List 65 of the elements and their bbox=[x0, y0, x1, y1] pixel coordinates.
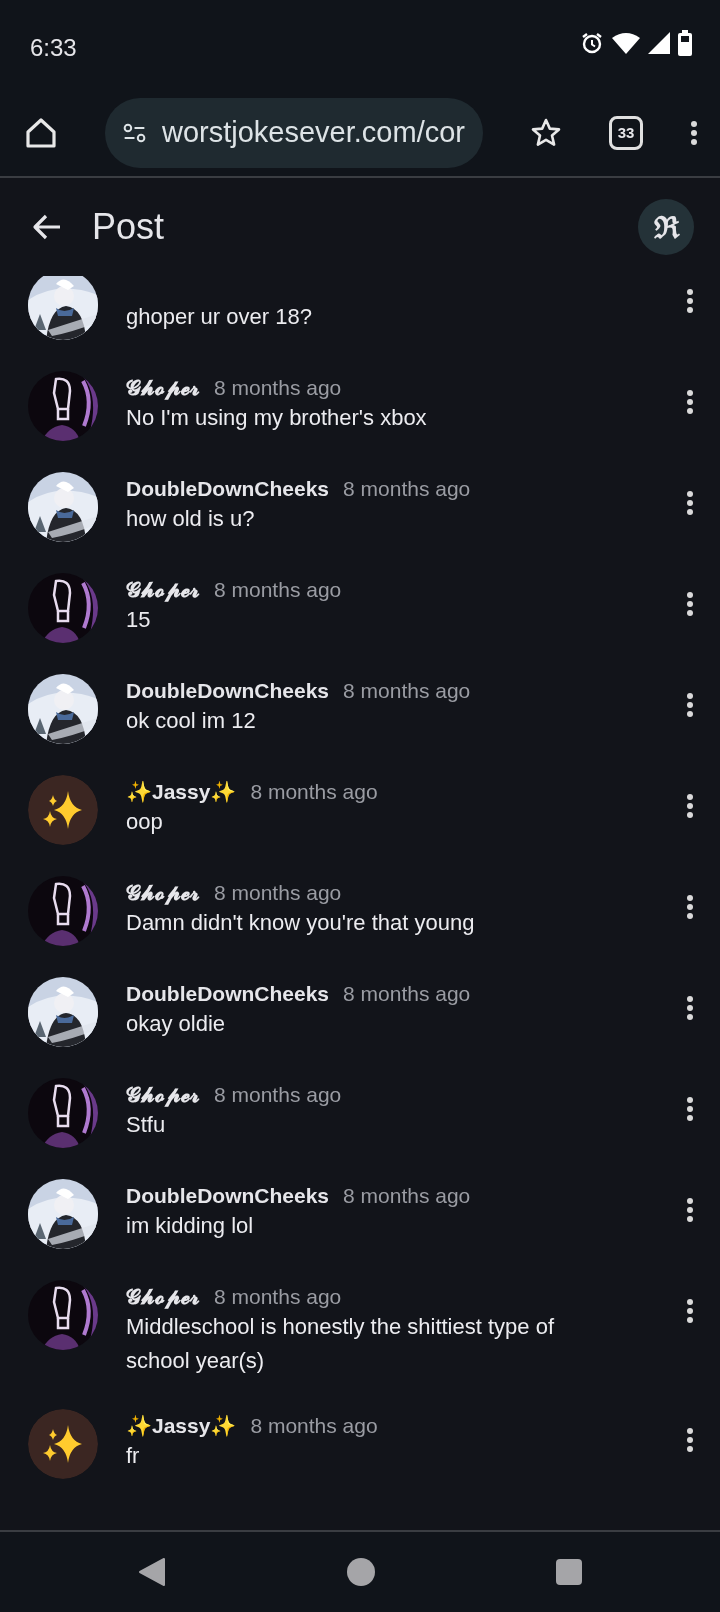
more-options-icon[interactable] bbox=[686, 490, 694, 516]
url-text: worstjokesever.com/cor bbox=[162, 115, 465, 151]
username[interactable]: 𝓖𝓱𝓸𝓹𝓮𝓻 bbox=[126, 881, 200, 904]
menu-icon[interactable] bbox=[690, 120, 698, 146]
comment-text: Stfu bbox=[126, 1111, 167, 1139]
sparkle-avatar-icon bbox=[28, 1409, 98, 1479]
timestamp: 8 months ago bbox=[214, 376, 342, 399]
timestamp: 8 months ago bbox=[214, 881, 342, 904]
comment-text: oop bbox=[126, 808, 164, 836]
timestamp: 8 months ago bbox=[214, 578, 342, 601]
username[interactable]: 𝓖𝓱𝓸𝓹𝓮𝓻 bbox=[126, 376, 200, 399]
alarm-icon bbox=[580, 31, 604, 55]
more-options-icon[interactable] bbox=[686, 1427, 694, 1453]
username[interactable]: 𝓖𝓱𝓸𝓹𝓮𝓻 bbox=[126, 1285, 200, 1308]
timestamp: 8 months ago bbox=[214, 1285, 342, 1308]
wifi-icon bbox=[612, 32, 640, 54]
home-icon[interactable] bbox=[346, 1557, 376, 1587]
comment-text: Damn didn't know you're that young bbox=[126, 909, 476, 937]
tab-count-button[interactable]: 33 bbox=[609, 116, 643, 150]
timestamp: 8 months ago bbox=[343, 679, 471, 702]
username[interactable]: ✨Jassy✨ bbox=[126, 1414, 237, 1437]
clock-time: 6:33 bbox=[30, 33, 77, 63]
username[interactable]: ✨Jassy✨ bbox=[126, 780, 237, 803]
more-options-icon[interactable] bbox=[686, 995, 694, 1021]
username[interactable]: DoubleDownCheeks bbox=[126, 477, 330, 500]
username[interactable]: DoubleDownCheeks bbox=[126, 1184, 330, 1207]
timestamp: 8 months ago bbox=[250, 780, 378, 803]
username[interactable]: DoubleDownCheeks bbox=[126, 679, 330, 702]
more-options-icon[interactable] bbox=[686, 692, 694, 718]
comment-text: okay oldie bbox=[126, 1010, 227, 1038]
more-options-icon[interactable] bbox=[686, 1298, 694, 1324]
site-settings-icon[interactable] bbox=[123, 121, 146, 145]
more-options-icon[interactable] bbox=[686, 1096, 694, 1122]
username[interactable]: 𝓖𝓱𝓸𝓹𝓮𝓻 bbox=[126, 578, 200, 601]
address-bar[interactable]: worstjokesever.com/cor bbox=[105, 98, 483, 168]
comment-text: how old is u? bbox=[126, 505, 256, 533]
timestamp: 8 months ago bbox=[343, 982, 471, 1005]
more-options-icon[interactable] bbox=[686, 288, 694, 314]
star-icon[interactable] bbox=[530, 117, 562, 149]
battery-icon bbox=[678, 30, 692, 56]
more-options-icon[interactable] bbox=[686, 894, 694, 920]
signal-icon bbox=[648, 32, 670, 54]
username[interactable]: 𝓖𝓱𝓸𝓹𝓮𝓻 bbox=[126, 1083, 200, 1106]
more-options-icon[interactable] bbox=[686, 591, 694, 617]
more-options-icon[interactable] bbox=[686, 1197, 694, 1223]
back-icon[interactable] bbox=[138, 1557, 166, 1587]
timestamp: 8 months ago bbox=[250, 1414, 378, 1437]
home-icon[interactable] bbox=[24, 116, 58, 150]
username[interactable]: DoubleDownCheeks bbox=[126, 982, 330, 1005]
more-options-icon[interactable] bbox=[686, 389, 694, 415]
comment-text: 15 bbox=[126, 606, 152, 634]
timestamp: 8 months ago bbox=[214, 1083, 342, 1106]
timestamp: 8 months ago bbox=[343, 1184, 471, 1207]
comment-text: Middleschool is honestly the shittiest type of school year(s) bbox=[126, 1313, 555, 1375]
more-options-icon[interactable] bbox=[686, 793, 694, 819]
back-arrow-icon[interactable] bbox=[32, 213, 62, 241]
comment-text: ghoper ur over 18? bbox=[126, 303, 313, 331]
comment-text: No I'm using my brother's xbox bbox=[126, 404, 428, 432]
comment-text: fr bbox=[126, 1442, 141, 1470]
comment-text: ok cool im 12 bbox=[126, 707, 257, 735]
sparkle-avatar-icon bbox=[28, 775, 98, 845]
timestamp: 8 months ago bbox=[343, 477, 471, 500]
page-title: Post bbox=[92, 205, 165, 249]
profile-avatar[interactable]: ℜ bbox=[638, 199, 694, 255]
comment-text: im kidding lol bbox=[126, 1212, 255, 1240]
